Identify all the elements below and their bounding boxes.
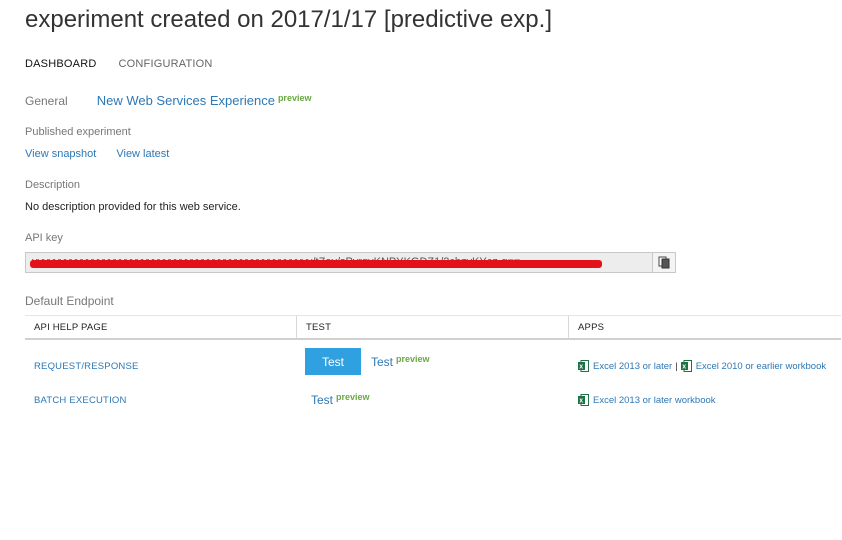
description-label-row: Description [25,179,80,191]
excel-icon: x [578,394,589,406]
view-latest-link[interactable]: View latest [116,148,169,160]
default-endpoint-label: Default Endpoint [25,294,114,308]
description-text: No description provided for this web ser… [25,201,241,213]
description-text-row: No description provided for this web ser… [25,201,241,213]
published-label-row: Published experiment [25,126,131,138]
redaction-mark [30,260,602,268]
excel-2010-link[interactable]: Excel 2010 or earlier workbook [696,361,826,372]
column-api-help-page: API HELP PAGE [34,322,108,333]
apps-row2: x Excel 2013 or later workbook [578,394,716,406]
preview-badge: preview [396,354,430,364]
test-preview-row2: Test preview [311,392,370,407]
preview-badge: preview [277,93,312,103]
view-snapshot-link[interactable]: View snapshot [25,148,96,160]
tab-configuration[interactable]: CONFIGURATION [118,58,212,70]
excel-2013-workbook-link[interactable]: Excel 2013 or later workbook [593,395,716,406]
svg-text:x: x [682,364,686,371]
published-experiment-label: Published experiment [25,126,131,138]
svg-text:x: x [579,364,583,371]
excel-icon: x [578,360,589,372]
endpoint-table: API HELP PAGE TEST APPS [25,315,841,340]
page-title: experiment created on 2017/1/17 [predict… [25,6,552,33]
description-label: Description [25,179,81,191]
general-label: General [25,94,68,108]
test-button[interactable]: Test [305,348,361,375]
column-divider [296,316,297,338]
endpoint-table-header: API HELP PAGE TEST APPS [25,315,841,340]
test-link[interactable]: Test [311,393,333,407]
tab-bar: DASHBOARD CONFIGURATION [25,58,213,70]
published-links-row: View snapshot View latest [25,148,169,160]
general-row: General New Web Services Experience prev… [25,93,311,108]
api-key-label: API key [25,232,63,244]
svg-text:x: x [579,398,583,405]
tab-dashboard[interactable]: DASHBOARD [25,58,96,70]
copy-api-key-button[interactable] [652,253,675,272]
api-key-label-row: API key [25,232,63,244]
apps-row1: x Excel 2013 or later | x Excel 2010 or … [578,360,826,372]
request-response-link[interactable]: REQUEST/RESPONSE [34,361,139,372]
excel-icon: x [680,360,692,372]
column-apps: APPS [578,322,605,333]
apps-separator: | [675,360,678,372]
test-preview-row1: Test preview [371,354,430,369]
api-key-field[interactable]: yyyyyyyyyyyyyyyyyyyyyyyyyyyyyyyyyyyyyyyy… [25,252,676,273]
batch-execution-link[interactable]: BATCH EXECUTION [34,395,127,406]
new-web-services-link[interactable]: New Web Services Experience [97,93,275,108]
excel-2013-link[interactable]: Excel 2013 or later [593,361,672,372]
test-link[interactable]: Test [371,355,393,369]
column-test: TEST [306,322,332,333]
default-endpoint-label-row: Default Endpoint [25,294,114,308]
preview-badge: preview [336,392,370,402]
copy-icon [658,256,670,269]
column-divider [568,316,569,338]
